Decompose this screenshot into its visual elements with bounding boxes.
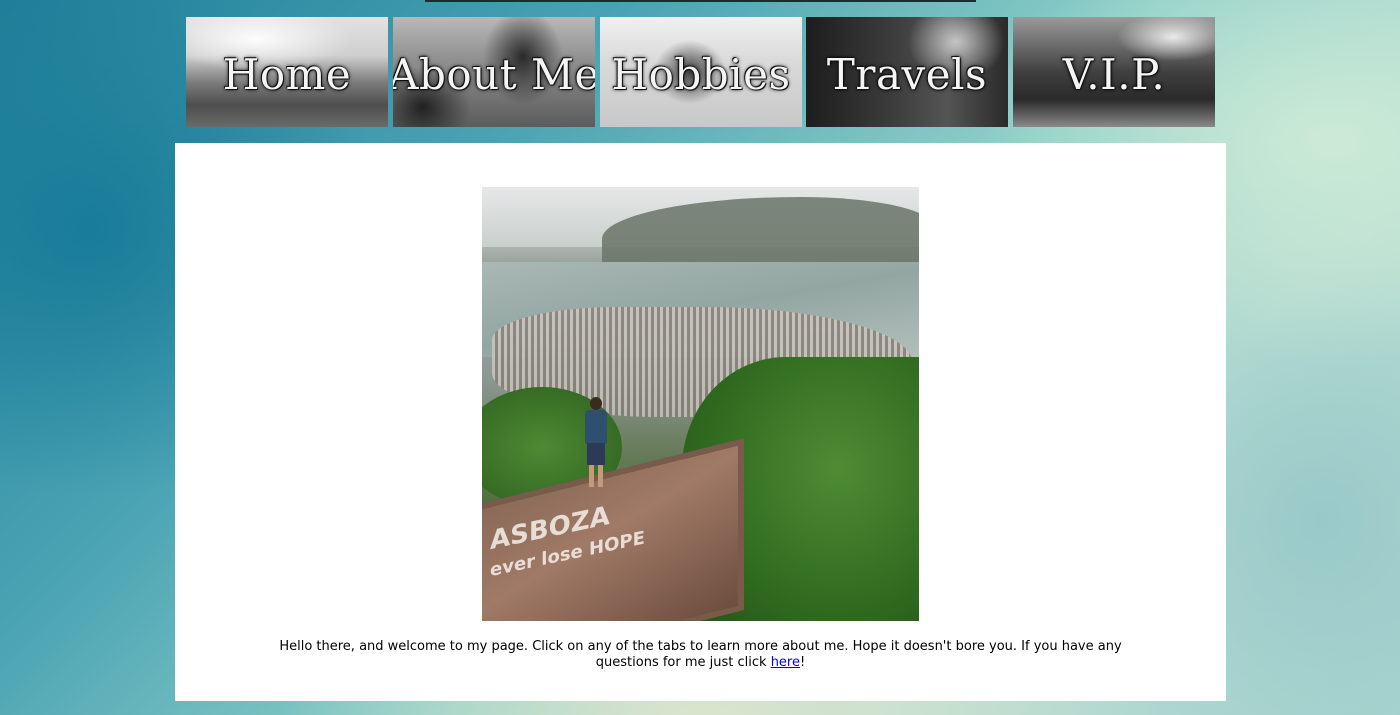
- caption-text: Hello there, and welcome to my page. Cli…: [279, 639, 1122, 670]
- hero-photo: ASBOZA ever lose HOPE: [482, 187, 919, 621]
- contact-link[interactable]: here: [771, 655, 800, 670]
- person-legs: [589, 465, 603, 487]
- caption-end: !: [799, 655, 806, 670]
- tab-home[interactable]: Home: [186, 17, 388, 127]
- top-strip: [425, 0, 976, 2]
- photo-person: [582, 397, 610, 492]
- tab-about-me[interactable]: About Me: [393, 17, 595, 127]
- content-panel: ASBOZA ever lose HOPE Hello there, and w…: [175, 143, 1226, 701]
- tab-vip[interactable]: V.I.P.: [1013, 17, 1215, 127]
- person-shorts: [587, 443, 605, 465]
- tab-hobbies[interactable]: Hobbies: [600, 17, 802, 127]
- tab-home-label: Home: [222, 49, 352, 99]
- welcome-caption: Hello there, and welcome to my page. Cli…: [275, 639, 1126, 671]
- tab-travels[interactable]: Travels: [806, 17, 1008, 127]
- main-nav: Home About Me Hobbies Travels V.I.P.: [186, 17, 1216, 127]
- tab-about-me-label: About Me: [393, 49, 595, 99]
- tab-travels-label: Travels: [826, 49, 988, 99]
- tab-vip-label: V.I.P.: [1062, 49, 1166, 99]
- tab-hobbies-label: Hobbies: [611, 49, 791, 99]
- person-head: [590, 397, 602, 410]
- person-torso: [585, 410, 607, 444]
